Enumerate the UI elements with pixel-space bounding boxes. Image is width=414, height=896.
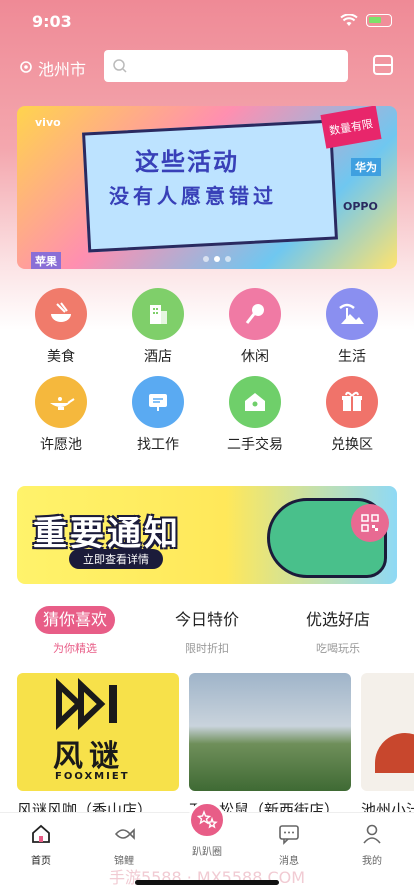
category-wish-pool[interactable]: 许愿池 [16,376,106,454]
shop-name: 风谜风咖（香山店） [17,801,153,813]
search-input[interactable] [104,50,348,82]
tab-title: 今日特价 [174,610,239,629]
tab-guess-you-like[interactable]: 猜你喜欢 为你精选 [20,606,130,656]
tabbar-messages[interactable]: 消息 [259,823,319,867]
shop-card[interactable]: 池州小汁 [361,673,414,813]
stars-icon [188,801,226,839]
category-life[interactable]: 生活 [307,288,397,366]
tab-title: 优选好店 [305,610,370,629]
brand-tag: 华为 [351,158,381,176]
banner-title: 这些活动 [135,148,239,176]
home-icon [32,824,50,843]
magic-lamp-icon [35,376,87,428]
category-exchange[interactable]: 兑换区 [307,376,397,454]
carousel-dot [225,256,231,262]
message-icon [279,825,299,845]
tabbar-home[interactable]: 首页 [11,823,71,867]
job-board-icon [132,376,184,428]
palm-tree-icon [326,288,378,340]
shop-list: 风谜 FOOXMIET 风谜风咖（香山店） 万口松鼠（新西街店） 池州小汁 [17,673,414,813]
tab-subtitle: 为你精选 [53,642,97,655]
tabbar-papa-circle[interactable]: 趴趴圈 [177,801,237,858]
shop-logo-text: 风谜 [53,739,125,774]
tab-title: 猜你喜欢 [34,606,115,634]
category-label: 找工作 [137,437,179,453]
status-time: 9:03 [32,12,72,31]
category-second-hand[interactable]: 二手交易 [210,376,300,454]
brand-tag: OPPO [343,200,378,213]
city-selector[interactable]: 池州市 [18,56,86,80]
hotel-building-icon [132,288,184,340]
category-label: 美食 [47,349,75,365]
food-bowl-icon [35,288,87,340]
category-label: 酒店 [144,349,172,365]
home-indicator [135,880,279,885]
brand-tag: 苹果 [31,252,61,269]
city-label: 池州市 [38,60,87,79]
notice-title: 重要通知 [33,514,181,554]
carousel-dot [203,256,209,262]
shop-card[interactable]: 风谜 FOOXMIET 风谜风咖（香山店） [17,673,179,813]
qr-code-icon[interactable] [351,504,389,542]
tab-subtitle: 限时折扣 [185,642,229,655]
house-icon [229,376,281,428]
category-find-job[interactable]: 找工作 [113,376,203,454]
shop-logo-subtext: FOOXMIET [55,771,130,782]
tabbar-profile[interactable]: 我的 [342,823,402,867]
category-hotel[interactable]: 酒店 [113,288,203,366]
tab-daily-deals[interactable]: 今日特价 限时折扣 [152,606,262,656]
category-label: 二手交易 [227,437,283,453]
carousel-indicator [203,256,231,262]
microphone-icon [229,288,281,340]
shop-image-mark [375,733,414,773]
tabbar-koi[interactable]: 锦鲤 [94,823,154,867]
location-pin-icon [20,61,32,73]
category-label: 休闲 [241,349,269,365]
category-leisure[interactable]: 休闲 [210,288,300,366]
banner-stamp: 数量有限 [320,106,382,149]
notice-subtitle: 立即查看详情 [69,549,163,569]
battery-icon [366,14,392,27]
koi-fish-icon [114,828,135,840]
status-bar: 9:03 [0,0,414,44]
wifi-icon [340,14,358,26]
tabbar-label: 趴趴圈 [192,847,222,858]
profile-icon [363,824,381,844]
brand-tag: vivo [35,116,61,129]
scan-icon[interactable] [372,54,394,76]
gift-icon [326,376,378,428]
tab-top-shops[interactable]: 优选好店 吃喝玩乐 [283,606,393,656]
top-header: 池州市 [0,48,414,86]
notice-banner[interactable]: 重要通知 立即查看详情 [17,486,397,584]
shop-image: 风谜 FOOXMIET [17,673,179,791]
shop-card[interactable]: 万口松鼠（新西街店） [189,673,351,813]
search-icon [113,59,127,73]
category-food[interactable]: 美食 [16,288,106,366]
category-label: 兑换区 [331,437,373,453]
status-indicators [340,14,392,27]
category-label: 生活 [338,349,366,365]
category-label: 许愿池 [40,437,82,453]
shop-image [189,673,351,791]
banner-subtitle: 没有人愿意错过 [109,184,277,208]
shop-image [361,673,414,791]
carousel-dot-active [214,256,220,262]
tab-subtitle: 吃喝玩乐 [316,642,360,655]
feed-tabs: 猜你喜欢 为你精选 今日特价 限时折扣 优选好店 吃喝玩乐 [0,600,414,660]
shop-name: 池州小汁 [361,801,414,813]
promo-banner[interactable]: 这些活动 没有人愿意错过 数量有限 vivo 华为 苹果 OPPO [17,106,397,269]
